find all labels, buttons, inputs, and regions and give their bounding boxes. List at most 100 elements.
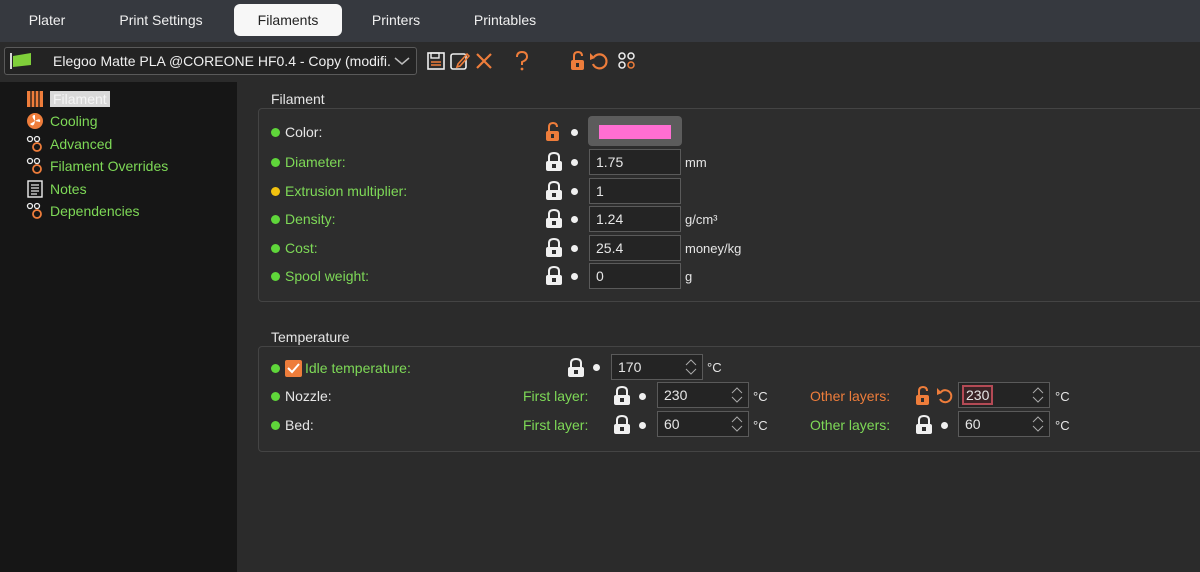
sidebar-item-label: Dependencies xyxy=(50,203,140,219)
spinner-arrows-icon[interactable] xyxy=(1031,385,1045,405)
cost-unit: money/kg xyxy=(685,241,742,256)
tab-filaments[interactable]: Filaments xyxy=(234,4,342,36)
color-swatch xyxy=(599,125,671,139)
sidebar-item-label: Notes xyxy=(50,181,87,197)
idle-temperature-value: 170 xyxy=(618,359,642,375)
extrusion-multiplier-row-label: Extrusion multiplier: xyxy=(271,181,407,201)
sidebar-item-dependencies[interactable]: Dependencies xyxy=(26,200,140,222)
lock-icon[interactable] xyxy=(545,266,563,286)
save-icon[interactable] xyxy=(424,49,448,73)
density-unit: g/cm³ xyxy=(685,212,718,227)
lock-icon[interactable] xyxy=(567,358,585,378)
bed-first-layer-label: First layer: xyxy=(523,417,589,433)
nozzle-other-layers-input[interactable]: 230 xyxy=(958,382,1050,408)
cost-label: Cost: xyxy=(285,240,318,256)
sidebar-item-notes[interactable]: Notes xyxy=(26,178,87,200)
spinner-arrows-icon[interactable] xyxy=(1031,414,1045,434)
compare-icon[interactable] xyxy=(615,49,639,73)
status-dot xyxy=(271,271,280,281)
status-dot xyxy=(271,420,280,430)
advanced-icon xyxy=(26,135,44,153)
unlock-icon[interactable] xyxy=(545,122,563,142)
value-dot xyxy=(571,188,578,195)
temperature-section-title: Temperature xyxy=(271,329,350,345)
spinner-arrows-icon[interactable] xyxy=(730,414,744,434)
lock-icon[interactable] xyxy=(545,181,563,201)
unlock-icon[interactable] xyxy=(915,386,933,406)
bed-other-layers-label: Other layers: xyxy=(810,417,891,433)
value-dot xyxy=(571,245,578,252)
value-dot xyxy=(571,216,578,223)
bed-first-layer-value: 60 xyxy=(664,416,680,432)
status-dot xyxy=(271,363,280,373)
checkbox-checked-icon[interactable] xyxy=(285,359,302,377)
idle-temperature-label: Idle temperature: xyxy=(305,360,411,376)
spool-weight-unit: g xyxy=(685,269,693,284)
cost-input[interactable]: 25.4 xyxy=(589,235,681,261)
value-dot xyxy=(639,393,646,400)
lock-icon[interactable] xyxy=(613,386,631,406)
preset-select[interactable]: Elegoo Matte PLA @COREONE HF0.4 - Copy (… xyxy=(4,47,417,75)
filament-icon xyxy=(26,90,44,108)
undo-icon[interactable] xyxy=(587,49,611,73)
nozzle-other-layers-unit: °C xyxy=(1055,389,1070,404)
tab-printers[interactable]: Printers xyxy=(360,4,432,36)
preset-name: Elegoo Matte PLA @COREONE HF0.4 - Copy (… xyxy=(53,53,392,69)
sidebar-item-label: Cooling xyxy=(50,113,98,129)
nozzle-row-label: Nozzle: xyxy=(271,386,332,406)
lock-icon[interactable] xyxy=(613,415,631,435)
sidebar-item-cooling[interactable]: Cooling xyxy=(26,110,97,132)
density-row-label: Density: xyxy=(271,209,336,229)
help-icon[interactable] xyxy=(510,49,534,73)
sidebar-item-advanced[interactable]: Advanced xyxy=(26,133,112,155)
nozzle-other-layers-value: 230 xyxy=(962,385,994,405)
notes-icon xyxy=(26,180,44,198)
nozzle-first-layer-input[interactable]: 230 xyxy=(657,382,749,408)
dependencies-icon xyxy=(26,202,44,220)
sidebar-item-filament-overrides[interactable]: Filament Overrides xyxy=(26,155,168,177)
rename-icon[interactable] xyxy=(448,49,472,73)
spinner-arrows-icon[interactable] xyxy=(684,357,698,377)
bed-first-layer-input[interactable]: 60 xyxy=(657,411,749,437)
status-dot xyxy=(271,214,280,224)
spool-weight-input[interactable]: 0 xyxy=(589,263,681,289)
tab-printables[interactable]: Printables xyxy=(460,4,550,36)
tab-print-settings[interactable]: Print Settings xyxy=(108,4,214,36)
sidebar-item-label: Filament xyxy=(50,91,110,107)
density-input[interactable]: 1.24 xyxy=(589,206,681,232)
delete-icon[interactable] xyxy=(472,49,496,73)
color-picker-button[interactable] xyxy=(588,116,682,146)
diameter-input[interactable]: 1.75 xyxy=(589,149,681,175)
filament-panel xyxy=(258,108,1200,302)
bed-other-layers-input[interactable]: 60 xyxy=(958,411,1050,437)
nozzle-first-layer-unit: °C xyxy=(753,389,768,404)
spool-weight-row-label: Spool weight: xyxy=(271,266,369,286)
diameter-row-label: Diameter: xyxy=(271,152,346,172)
spinner-arrows-icon[interactable] xyxy=(730,385,744,405)
cost-row-label: Cost: xyxy=(271,238,318,258)
lock-icon[interactable] xyxy=(545,152,563,172)
bed-first-layer-unit: °C xyxy=(753,418,768,433)
spool-weight-label: Spool weight: xyxy=(285,268,370,284)
nozzle-label: Nozzle: xyxy=(285,388,332,404)
lock-icon[interactable] xyxy=(545,238,563,258)
sidebar-item-label: Advanced xyxy=(50,136,113,152)
settings-sidebar: Filament Cooling Advanced Filament Overr… xyxy=(0,82,237,572)
extrusion-multiplier-input[interactable]: 1 xyxy=(589,178,681,204)
sidebar-item-filament[interactable]: Filament xyxy=(26,88,110,110)
bed-row-label: Bed: xyxy=(271,415,314,435)
extrusion-multiplier-label: Extrusion multiplier: xyxy=(285,183,408,199)
lock-icon[interactable] xyxy=(545,209,563,229)
lock-icon[interactable] xyxy=(915,415,933,435)
status-dot xyxy=(271,391,280,401)
density-label: Density: xyxy=(285,211,336,227)
tab-plater[interactable]: Plater xyxy=(14,4,80,36)
undo-icon[interactable] xyxy=(935,386,955,406)
idle-temperature-input[interactable]: 170 xyxy=(611,354,703,380)
overrides-icon xyxy=(26,157,44,175)
nozzle-first-layer-label: First layer: xyxy=(523,388,589,404)
value-dot xyxy=(639,422,646,429)
idle-temperature-unit: °C xyxy=(707,360,722,375)
status-dot xyxy=(271,157,280,167)
idle-temperature-row-label: Idle temperature: xyxy=(271,358,411,378)
